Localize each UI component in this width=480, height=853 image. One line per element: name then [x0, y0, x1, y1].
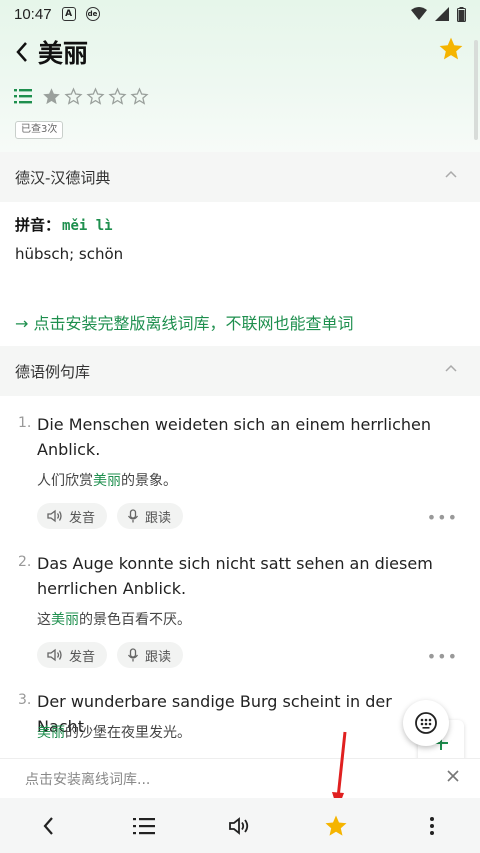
- bottom-navigation: [0, 798, 480, 853]
- list-icon[interactable]: [14, 88, 32, 104]
- rating-row: [14, 86, 149, 106]
- star-outline-icon[interactable]: [86, 86, 105, 106]
- install-banner-text: 点击安装离线词库...: [25, 771, 151, 788]
- favorite-button[interactable]: [438, 36, 464, 62]
- chevron-up-icon: [445, 364, 457, 372]
- nav-more-button[interactable]: [408, 802, 456, 850]
- keypad-button[interactable]: [403, 700, 449, 746]
- notification-a-icon: A: [61, 7, 76, 21]
- star-outline-icon[interactable]: [108, 86, 127, 106]
- status-bar: 10:47 A de: [0, 0, 480, 28]
- pinyin-row: 拼音： měi lì: [15, 214, 113, 235]
- example-number: 2.: [18, 554, 32, 570]
- nav-list-button[interactable]: [120, 802, 168, 850]
- app-header: 美丽: [0, 30, 480, 74]
- example-chinese: 这美丽的景色百看不厌。: [37, 612, 191, 628]
- keypad-icon: [415, 712, 437, 734]
- chevron-left-icon: [16, 42, 27, 62]
- back-button[interactable]: [10, 38, 34, 66]
- example-number: 1.: [18, 415, 32, 431]
- status-time: 10:47: [14, 5, 52, 23]
- more-options-icon[interactable]: •••: [427, 508, 458, 527]
- examples-section-header[interactable]: 德语例句库: [0, 346, 480, 396]
- translation: hübsch; schön: [15, 245, 124, 263]
- install-dictionary-link[interactable]: → 点击安装完整版离线词库，不联网也能查单词: [15, 310, 354, 334]
- pronounce-button[interactable]: 发音: [37, 503, 108, 529]
- follow-read-button[interactable]: 跟读: [117, 642, 184, 668]
- example-chinese: 人们欣赏美丽的景象。: [37, 473, 177, 489]
- speaker-icon: [229, 816, 249, 835]
- pinyin-label: 拼音：: [15, 216, 61, 234]
- star-filled-icon: [439, 37, 463, 60]
- notification-de-icon: de: [85, 7, 100, 21]
- speaker-icon: [47, 648, 62, 662]
- chevron-up-icon: [445, 170, 457, 178]
- microphone-icon: [127, 648, 139, 662]
- pronounce-button[interactable]: 发音: [37, 642, 108, 668]
- nav-speaker-button[interactable]: [216, 802, 264, 850]
- nav-back-button[interactable]: [24, 802, 72, 850]
- example-german: Das Auge konnte sich nicht satt sehen an…: [37, 554, 433, 598]
- dictionary-section-header[interactable]: 德汉-汉德词典: [0, 152, 480, 202]
- example-number: 3.: [18, 692, 32, 708]
- close-icon[interactable]: [446, 769, 460, 783]
- list-icon: [133, 817, 155, 834]
- section-title: 德汉-汉德词典: [15, 168, 111, 187]
- example-german: Die Menschen weideten sich an einem herr…: [37, 415, 431, 459]
- star-outline-icon[interactable]: [64, 86, 83, 106]
- wifi-icon: [411, 7, 427, 20]
- install-banner[interactable]: 点击安装离线词库...: [0, 758, 480, 798]
- section-title: 德语例句库: [15, 362, 91, 381]
- star-filled-icon[interactable]: [42, 87, 61, 106]
- nav-favorite-button[interactable]: [312, 802, 360, 850]
- follow-read-button[interactable]: 跟读: [117, 503, 184, 529]
- battery-icon: [457, 6, 466, 22]
- star-outline-icon[interactable]: [130, 86, 149, 106]
- speaker-icon: [47, 509, 62, 523]
- example-chinese: 美丽的沙堡在夜里发光。: [37, 725, 191, 741]
- star-icon: [325, 815, 347, 836]
- star-rating[interactable]: [42, 86, 149, 106]
- more-options-icon[interactable]: •••: [427, 647, 458, 666]
- pinyin-value: měi lì: [62, 218, 113, 234]
- page-title: 美丽: [38, 39, 89, 68]
- microphone-icon: [127, 509, 139, 523]
- more-icon: [430, 816, 434, 835]
- lookup-count-badge: 已查3次: [15, 121, 64, 139]
- back-icon: [43, 816, 53, 835]
- signal-icon: [435, 7, 449, 21]
